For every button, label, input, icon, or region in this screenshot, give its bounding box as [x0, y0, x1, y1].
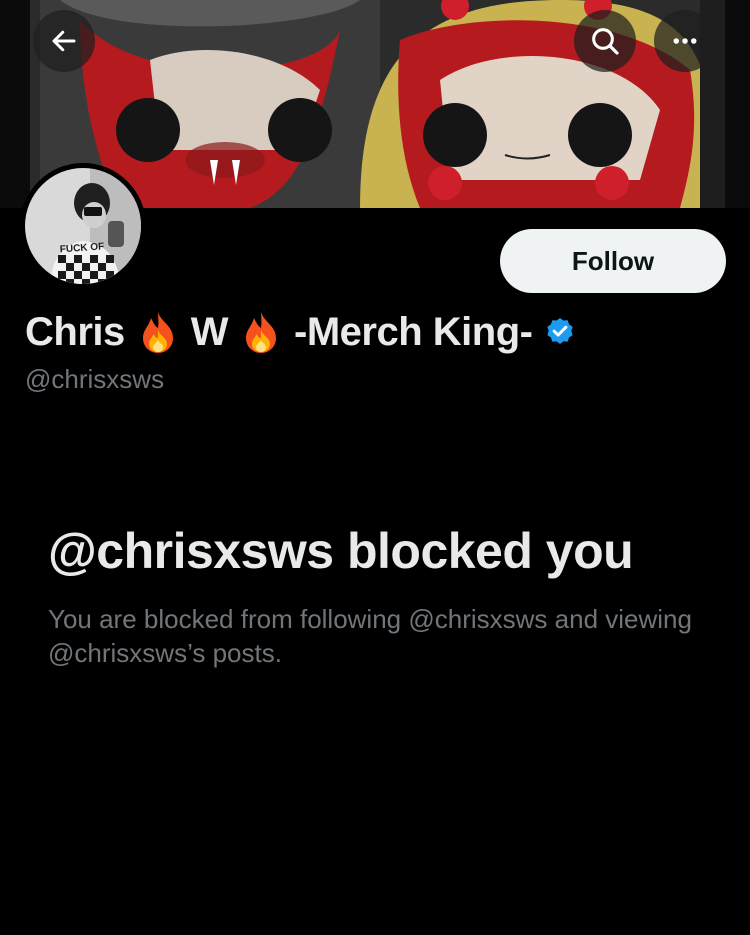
fire-icon [242, 310, 280, 354]
search-button[interactable] [574, 10, 636, 72]
blocked-description: You are blocked from following @chrisxsw… [48, 604, 692, 668]
search-icon [592, 28, 619, 55]
arrow-left-icon [52, 30, 76, 52]
display-name: Chris W -Merch King- [25, 306, 576, 358]
blocked-title: @chrisxsws blocked you [48, 523, 634, 579]
more-button[interactable] [654, 10, 716, 72]
avatar-image: FUCK OF [20, 163, 146, 289]
profile-handle: @chrisxsws [25, 364, 165, 394]
display-name-part3: -Merch King- [294, 309, 533, 354]
display-name-part2: W [190, 309, 229, 354]
follow-button[interactable]: Follow [500, 229, 726, 293]
profile-avatar[interactable]: FUCK OF [20, 163, 146, 289]
back-button[interactable] [33, 10, 95, 72]
verified-badge-icon[interactable] [544, 316, 576, 348]
more-horizontal-icon [673, 38, 697, 44]
fire-icon [139, 310, 177, 354]
display-name-part1: Chris [25, 309, 125, 354]
